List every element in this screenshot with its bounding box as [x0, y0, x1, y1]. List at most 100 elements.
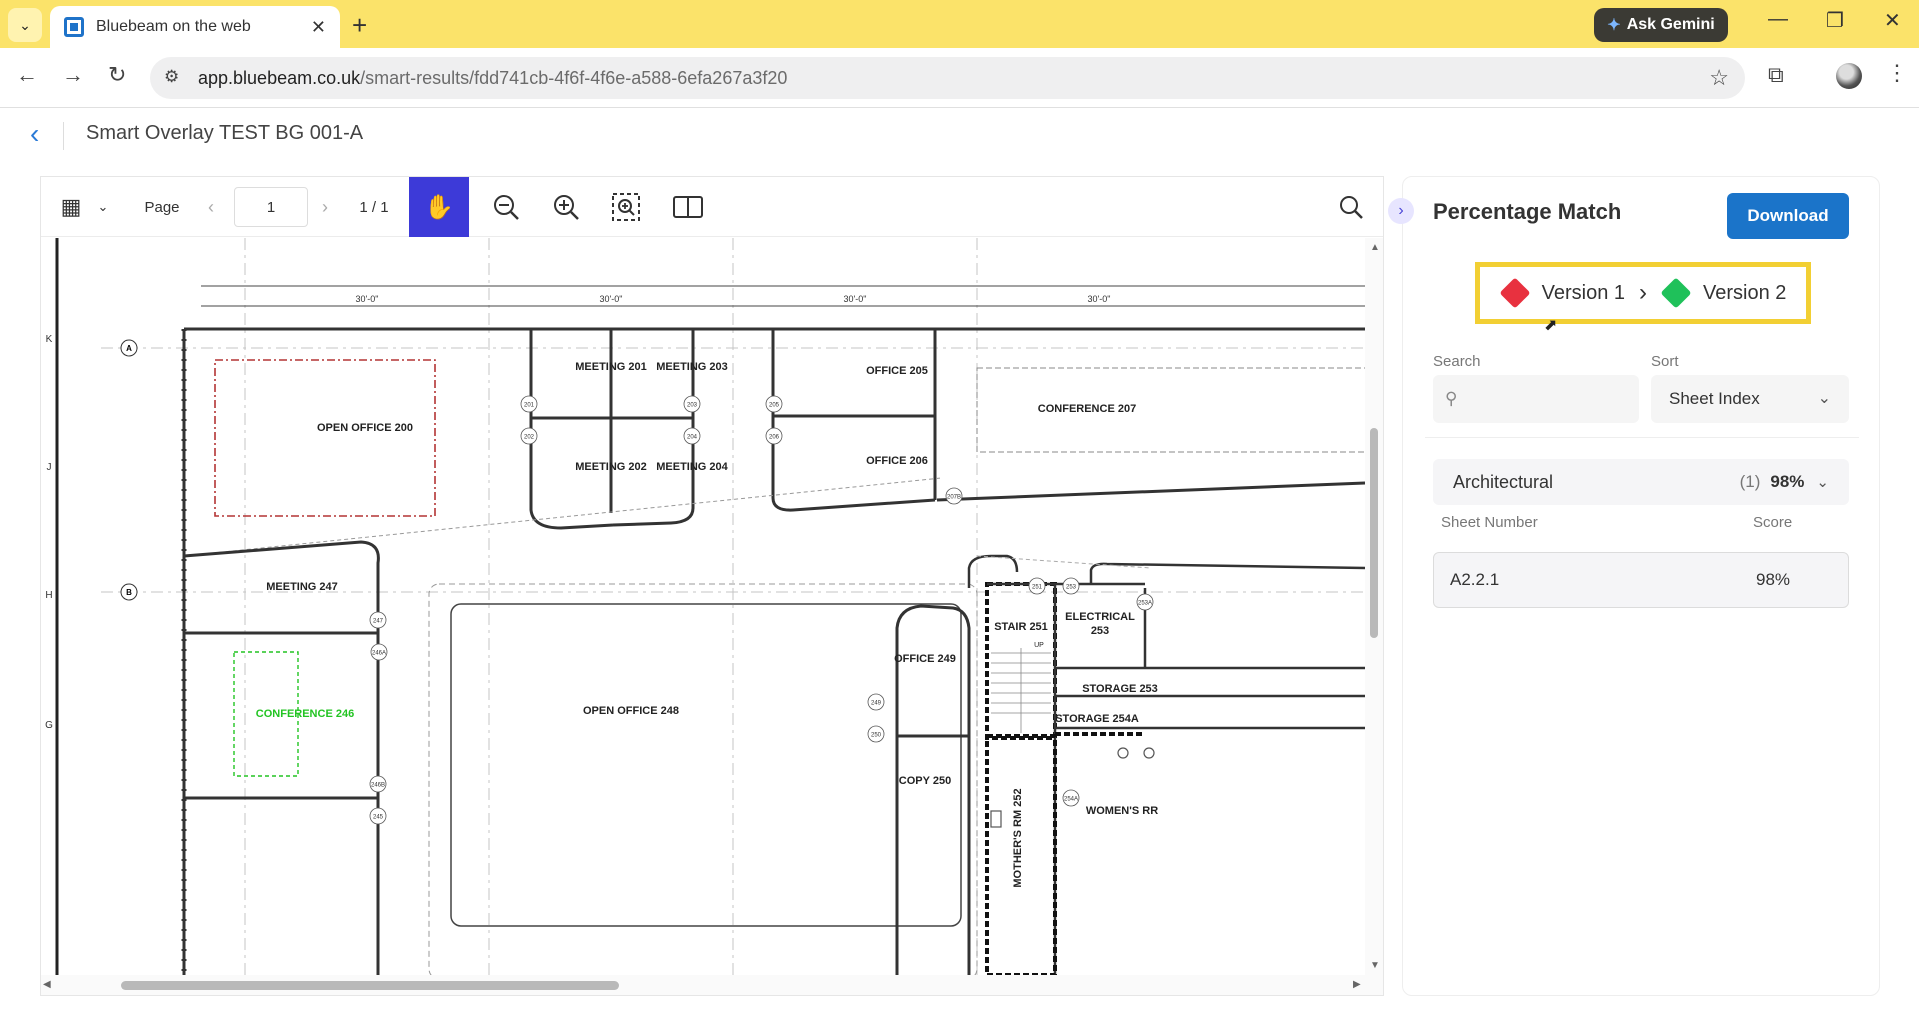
dimension-label: 30'-0" [1088, 294, 1111, 304]
chevron-right-icon: › [1639, 279, 1647, 306]
room-label: CONFERENCE 246 [256, 708, 354, 720]
browser-tabstrip: ⌄ Bluebeam on the web ✕ + ✦ Ask Gemini —… [0, 0, 1919, 48]
tab-search-chevron-icon[interactable]: ⌄ [8, 8, 42, 42]
chevron-down-icon[interactable]: ⌄ [91, 177, 115, 237]
scroll-down-icon[interactable]: ▼ [1370, 960, 1380, 971]
grid-row-label: G [45, 720, 53, 731]
horizontal-scroll-thumb[interactable] [121, 981, 619, 990]
page-count: 1 / 1 [359, 198, 389, 216]
forward-arrow-icon[interactable]: → [62, 62, 84, 88]
back-arrow-icon[interactable]: ← [16, 62, 38, 88]
restore-icon[interactable]: ❐ [1826, 8, 1844, 33]
room-label: OFFICE 249 [894, 653, 956, 665]
table-row[interactable]: A2.2.1 98% [1433, 552, 1849, 608]
sort-value: Sheet Index [1669, 389, 1760, 408]
scroll-left-icon[interactable]: ◀ [43, 979, 51, 990]
floor-plan-drawing: 30'-0" 30'-0" 30'-0" 30'-0" KJHG AB OPEN… [45, 238, 1368, 975]
browser-toolbar: ← → ↻ ⚙ app.bluebeam.co.uk/smart-results… [0, 48, 1919, 108]
tab-close-icon[interactable]: ✕ [311, 17, 326, 38]
column-score: Score [1753, 514, 1793, 531]
room-label: WOMEN'S RR [1086, 805, 1158, 817]
reload-icon[interactable]: ↻ [108, 62, 126, 88]
search-icon: ⚲ [1445, 389, 1458, 408]
door-tag-label: 246B [371, 783, 385, 789]
door-tag-label: 207B [947, 495, 961, 501]
room-label: STAIR 251 [994, 621, 1048, 633]
drawing-viewer: ▦ ⌄ Page ‹ 1 › 1 / 1 ✋ 30'-0" 30'-0" 30'… [40, 176, 1384, 996]
room-label: 253 [1091, 625, 1109, 637]
green-diamond-icon [1660, 277, 1692, 309]
profile-avatar[interactable] [1836, 63, 1862, 89]
thumbnails-grid-icon[interactable]: ▦ [51, 177, 91, 237]
page-number-input[interactable]: 1 [234, 187, 308, 227]
split-view-icon[interactable] [663, 177, 713, 237]
zoom-region-icon[interactable] [601, 177, 651, 237]
chevron-down-icon[interactable]: ⌄ [1816, 473, 1829, 491]
door-tag-label: 205 [769, 403, 780, 409]
room-label: MOTHER'S RM 252 [1012, 788, 1024, 887]
room-label: OFFICE 205 [866, 365, 928, 377]
bookmark-star-icon[interactable]: ☆ [1709, 65, 1729, 91]
browser-tab[interactable]: Bluebeam on the web ✕ [50, 6, 340, 48]
door-tag-label: 254A [1064, 797, 1078, 803]
scroll-up-icon[interactable]: ▲ [1370, 242, 1380, 253]
column-sheet-number: Sheet Number [1441, 514, 1538, 531]
app-header: ‹ Smart Overlay TEST BG 001-A [0, 108, 1919, 164]
door-tag-label: 247 [373, 619, 384, 625]
ask-gemini-button[interactable]: ✦ Ask Gemini [1594, 8, 1728, 42]
vertical-scrollbar[interactable]: ▲ ▼ [1365, 238, 1383, 975]
group-name: Architectural [1453, 471, 1554, 492]
next-page-icon[interactable]: › [315, 177, 335, 237]
search-label: Search [1433, 353, 1481, 370]
new-tab-button[interactable]: + [352, 10, 367, 41]
url-host: app.bluebeam.co.uk [198, 67, 361, 88]
room-label: OPEN OFFICE 200 [317, 422, 413, 434]
door-tag-label: 203 [687, 403, 698, 409]
door-tag-label: 202 [524, 435, 535, 441]
document-title: Smart Overlay TEST BG 001-A [86, 122, 364, 144]
grid-row-label: J [47, 462, 52, 473]
dimension-label: 30'-0" [844, 294, 867, 304]
scroll-right-icon[interactable]: ▶ [1353, 979, 1361, 990]
window-close-icon[interactable]: ✕ [1884, 8, 1901, 33]
room-label: MEETING 247 [266, 581, 338, 593]
prev-page-icon[interactable]: ‹ [201, 177, 221, 237]
address-bar[interactable]: ⚙ app.bluebeam.co.uk/smart-results/fdd74… [150, 57, 1745, 99]
room-label: OPEN OFFICE 248 [583, 705, 679, 717]
zoom-out-icon[interactable] [481, 177, 531, 237]
version-2-label: Version 2 [1703, 281, 1787, 304]
ask-gemini-label: Ask Gemini [1626, 16, 1715, 33]
sheet-score: 98% [1756, 570, 1791, 589]
bluebeam-favicon-icon [64, 17, 84, 37]
zoom-in-icon[interactable] [541, 177, 591, 237]
horizontal-scrollbar[interactable]: ◀ ▶ [41, 975, 1383, 995]
door-tag-label: 204 [687, 435, 698, 441]
search-icon[interactable] [1331, 177, 1371, 237]
group-count: (1) [1739, 472, 1761, 491]
download-button[interactable]: Download [1727, 193, 1849, 239]
search-input[interactable] [1433, 375, 1639, 423]
back-chevron-icon[interactable]: ‹ [30, 118, 39, 150]
site-info-icon[interactable]: ⚙ [164, 67, 179, 87]
sort-dropdown[interactable]: Sheet Index ⌄ [1651, 375, 1849, 423]
collapse-panel-chevron-icon[interactable]: › [1388, 198, 1414, 224]
room-label: MEETING 203 [656, 361, 728, 373]
door-tag-label: 245 [373, 815, 384, 821]
pan-hand-icon[interactable]: ✋ [409, 177, 469, 237]
room-label: STORAGE 253 [1082, 683, 1158, 695]
floor-plan-canvas[interactable]: 30'-0" 30'-0" 30'-0" 30'-0" KJHG AB OPEN… [41, 238, 1383, 975]
grid-bubble-label: B [126, 588, 132, 597]
sheet-number: A2.2.1 [1450, 570, 1500, 589]
page-label: Page [144, 198, 180, 216]
door-tag-label: 253 [1066, 585, 1077, 591]
vertical-scroll-thumb[interactable] [1370, 428, 1378, 638]
door-tag-label: 249 [871, 701, 882, 707]
minimize-icon[interactable]: — [1768, 8, 1788, 31]
chevron-down-icon: ⌄ [1817, 390, 1831, 407]
door-tag-label: 250 [871, 733, 882, 739]
version-1-label: Version 1 [1541, 281, 1625, 304]
browser-menu-icon[interactable]: ⋮ [1886, 60, 1908, 86]
group-architectural[interactable]: Architectural (1) 98% ⌄ [1433, 459, 1849, 505]
url-path: /smart-results/fdd741cb-4f6f-4f6e-a588-6… [360, 67, 788, 88]
extensions-puzzle-icon[interactable]: ⧉ [1768, 62, 1784, 88]
